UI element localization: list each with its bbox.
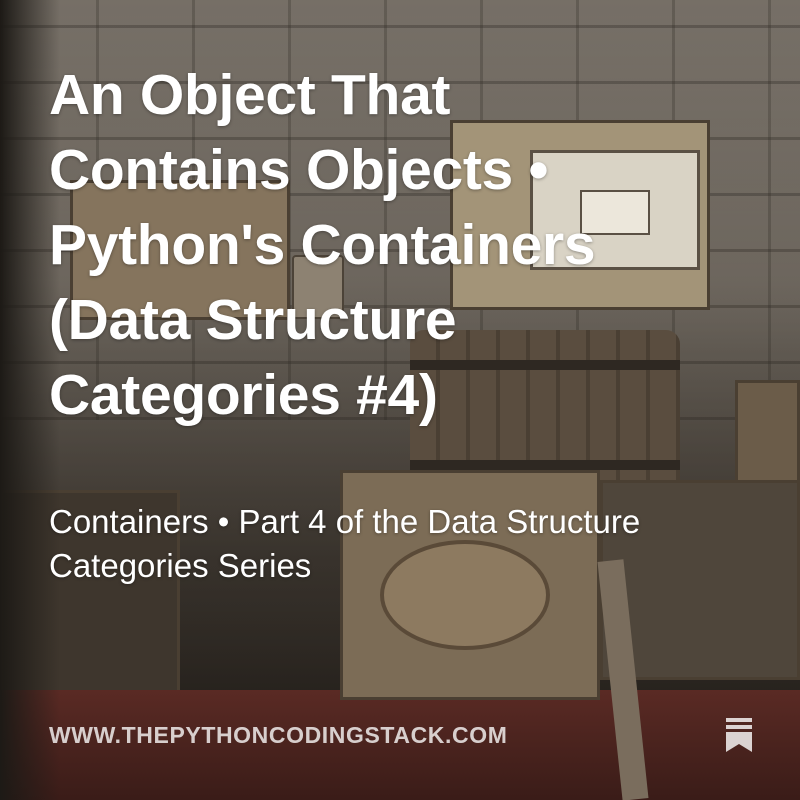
crate [735, 380, 800, 490]
post-subtitle: Containers • Part 4 of the Data Structur… [49, 503, 641, 584]
site-url[interactable]: WWW.THEPYTHONCODINGSTACK.COM [49, 722, 507, 749]
bookmark-icon[interactable] [726, 718, 752, 752]
barrel-hoop [410, 460, 680, 470]
post-title: An Object That Contains Objects • Python… [49, 63, 596, 427]
social-preview-card: An Object That Contains Objects • Python… [0, 0, 800, 800]
